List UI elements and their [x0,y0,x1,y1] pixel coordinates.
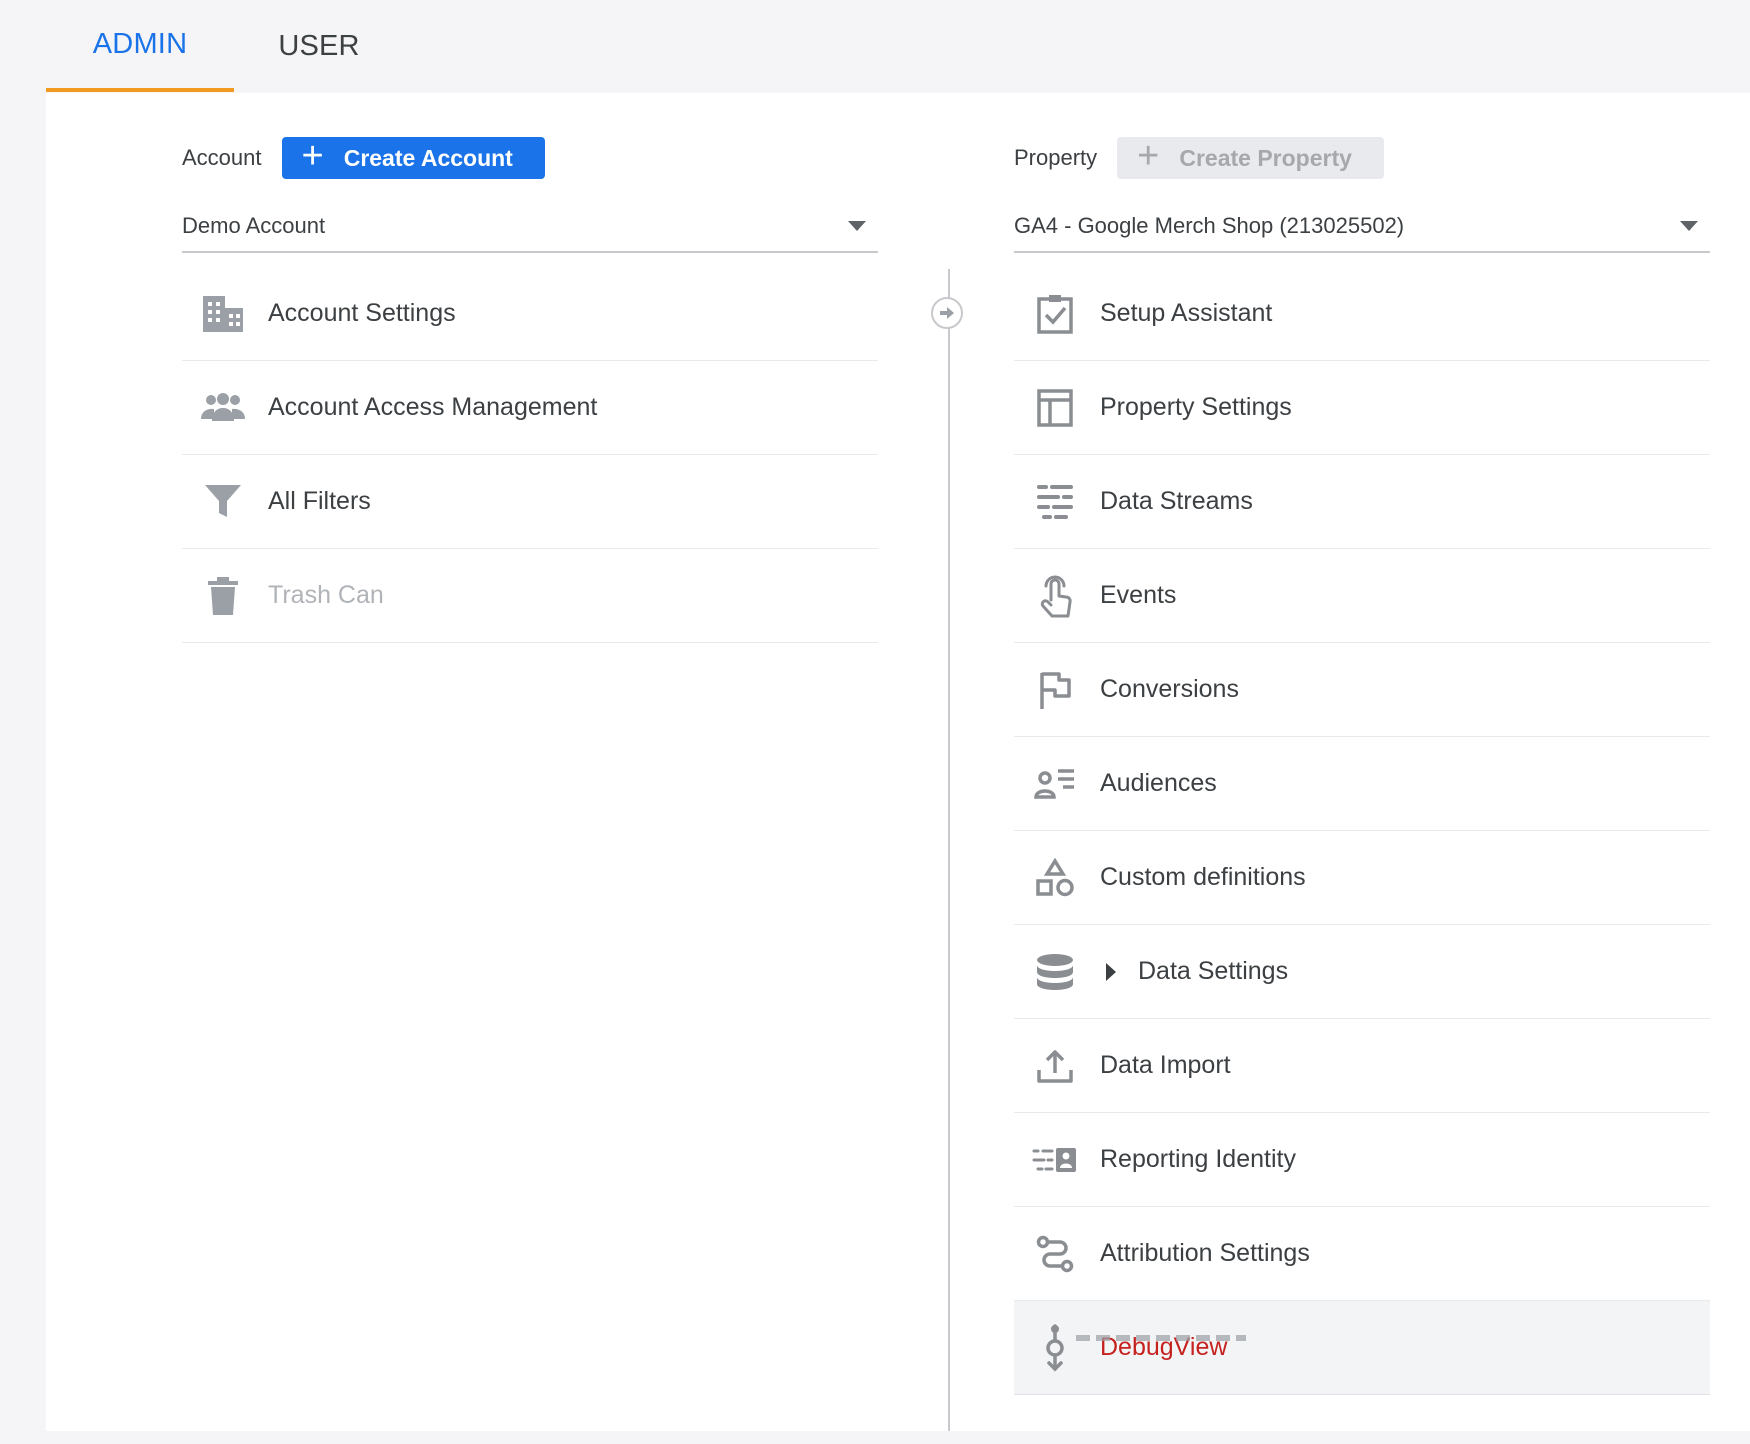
clipboard-check-icon [1014,267,1096,361]
admin-panel: Account + Create Account Demo Account Ac… [46,93,1750,1431]
create-account-button[interactable]: + Create Account [281,135,545,179]
plus-icon: + [301,135,324,177]
account-selector[interactable]: Demo Account [182,201,878,253]
filter-icon [182,455,264,549]
shapes-icon [1014,831,1096,925]
property-selector[interactable]: GA4 - Google Merch Shop (213025502) [1014,201,1710,253]
menu-item-label: Events [1100,581,1177,609]
menu-item-label: Setup Assistant [1100,299,1273,327]
column-divider [948,269,950,1431]
expand-arrow-icon[interactable] [1106,962,1116,981]
flag-icon [1014,643,1096,737]
reporting-identity-item[interactable]: Reporting Identity [1014,1113,1710,1207]
layout-icon [1014,361,1096,455]
menu-item-label: All Filters [268,487,371,515]
arrow-right-circle-icon [931,297,963,329]
data-streams-icon [1014,455,1096,549]
account-menu: Account Settings Account Access Manageme… [182,267,878,643]
menu-item-label: Account Access Management [268,393,598,421]
events-item[interactable]: Events [1014,549,1710,643]
data-settings-item[interactable]: Data Settings [1014,925,1710,1019]
custom-definitions-item[interactable]: Custom definitions [1014,831,1710,925]
data-import-item[interactable]: Data Import [1014,1019,1710,1113]
data-streams-item[interactable]: Data Streams [1014,455,1710,549]
account-header: Account + Create Account [182,137,545,179]
menu-item-label: Conversions [1100,675,1239,703]
people-icon [182,361,264,455]
create-property-label: Create Property [1179,144,1352,171]
route-icon [1014,1207,1096,1301]
admin-user-tabs: ADMIN USER [46,0,404,92]
trash-can-item[interactable]: Trash Can [182,549,878,643]
plus-icon: + [1137,135,1160,177]
attribution-settings-item[interactable]: Attribution Settings [1014,1207,1710,1301]
upload-icon [1014,1019,1096,1113]
tab-admin[interactable]: ADMIN [46,0,234,92]
menu-item-label: Attribution Settings [1100,1239,1310,1267]
identity-icon [1014,1113,1096,1207]
building-icon [182,267,264,361]
menu-item-label: Audiences [1100,769,1217,797]
debug-icon [1014,1301,1096,1395]
create-property-button[interactable]: + Create Property [1117,137,1384,179]
conversions-item[interactable]: Conversions [1014,643,1710,737]
audiences-item[interactable]: Audiences [1014,737,1710,831]
create-account-label: Create Account [343,144,513,171]
menu-item-label: Account Settings [268,299,456,327]
tab-user[interactable]: USER [234,0,404,92]
dropdown-arrow-icon [848,221,866,231]
menu-item-label: Data Import [1100,1051,1231,1079]
debugview-item[interactable]: DebugView [1014,1301,1710,1395]
audience-list-icon [1014,737,1096,831]
account-selected-value: Demo Account [182,213,326,238]
setup-assistant-item[interactable]: Setup Assistant [1014,267,1710,361]
all-filters-item[interactable]: All Filters [182,455,878,549]
menu-item-label: Custom definitions [1100,863,1306,891]
dropdown-arrow-icon [1680,221,1698,231]
next-item-cutoff [1076,1335,1246,1341]
property-settings-item[interactable]: Property Settings [1014,361,1710,455]
account-label: Account [182,145,262,170]
menu-item-label: Trash Can [268,581,384,609]
property-menu: Setup Assistant Property Settings Data S… [1014,267,1710,1395]
property-label: Property [1014,145,1098,170]
account-settings-item[interactable]: Account Settings [182,267,878,361]
property-header: Property + Create Property [1014,137,1384,179]
account-access-management-item[interactable]: Account Access Management [182,361,878,455]
menu-item-label: Reporting Identity [1100,1145,1296,1173]
menu-item-label: Data Settings [1138,957,1289,985]
touch-icon [1014,549,1096,643]
menu-item-label: Data Streams [1100,487,1253,515]
property-selected-value: GA4 - Google Merch Shop (213025502) [1014,213,1405,238]
trash-icon [182,549,264,643]
database-icon [1014,925,1096,1019]
menu-item-label: Property Settings [1100,393,1292,421]
